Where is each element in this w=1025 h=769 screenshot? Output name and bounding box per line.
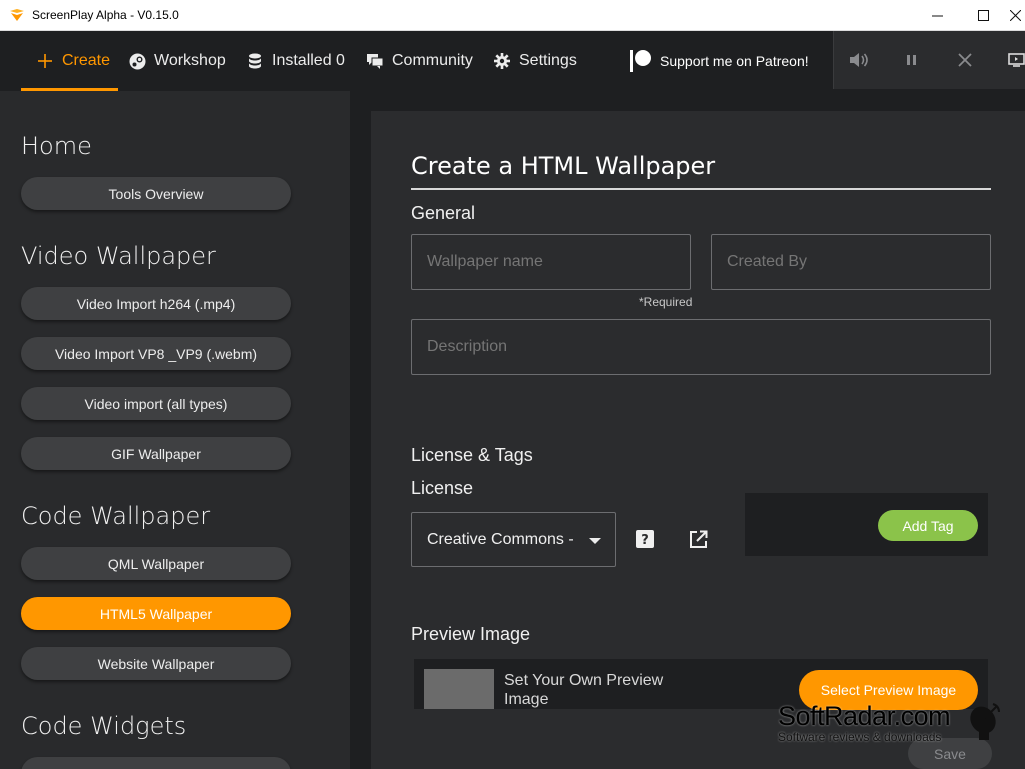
sidebar-item-html5-wallpaper[interactable]: HTML5 Wallpaper <box>21 597 291 630</box>
maximize-icon <box>977 9 989 21</box>
question-icon: ? <box>636 530 654 548</box>
sidebar-item-qml-wallpaper[interactable]: QML Wallpaper <box>21 547 291 580</box>
steam-icon <box>128 52 146 70</box>
sidebar-item-video-import-h264[interactable]: Video Import h264 (.mp4) <box>21 287 291 320</box>
sidebar-item-video-import-vp8-vp9[interactable]: Video Import VP8 _VP9 (.webm) <box>21 337 291 370</box>
sidebar-item-gif-wallpaper[interactable]: GIF Wallpaper <box>21 437 291 470</box>
preview-thumbnail <box>424 669 494 709</box>
satellite-dish-icon <box>970 703 1000 740</box>
pause-button[interactable] <box>901 49 923 71</box>
screen-icon <box>1008 53 1025 67</box>
watermark: SoftRadar.com Software reviews & downloa… <box>778 701 951 744</box>
close-wallpaper-icon <box>958 53 972 67</box>
sidebar: Home Tools Overview Video Wallpaper Vide… <box>0 91 350 769</box>
sidebar-item-partial[interactable] <box>21 757 291 769</box>
general-heading: General <box>411 203 476 223</box>
created-by-input[interactable] <box>711 234 991 290</box>
license-link-button[interactable] <box>687 528 709 550</box>
watermark-tagline: Software reviews & downloads <box>778 730 942 744</box>
minimize-icon <box>931 15 943 16</box>
sidebar-section-video-wallpaper: Video Wallpaper <box>21 242 216 270</box>
preview-image-heading: Preview Image <box>411 624 531 644</box>
title-bar: ScreenPlay Alpha - V0.15.0 <box>0 0 1025 31</box>
page-title: Create a HTML Wallpaper <box>411 152 716 180</box>
title-divider <box>411 188 991 190</box>
description-input[interactable] <box>411 319 991 375</box>
add-tag-button[interactable]: Add Tag <box>878 510 978 541</box>
sidebar-section-home: Home <box>21 132 92 160</box>
chevron-down-icon <box>589 538 601 544</box>
nav-community[interactable]: Community <box>366 31 473 91</box>
nav-create[interactable]: Create <box>36 31 110 91</box>
license-heading: License <box>411 478 474 498</box>
volume-icon <box>850 53 868 67</box>
nav-settings-label: Settings <box>519 52 577 69</box>
patreon-link[interactable]: Support me on Patreon! <box>628 31 809 91</box>
close-button[interactable] <box>1005 0 1025 30</box>
maximize-button[interactable] <box>960 0 1006 30</box>
wallpaper-controls <box>833 31 1025 89</box>
volume-button[interactable] <box>848 49 870 71</box>
wallpaper-name-input[interactable] <box>411 234 691 290</box>
sidebar-item-website-wallpaper[interactable]: Website Wallpaper <box>21 647 291 680</box>
minimize-button[interactable] <box>914 0 960 30</box>
window-title: ScreenPlay Alpha - V0.15.0 <box>32 8 179 22</box>
create-html-wallpaper-panel: Create a HTML Wallpaper General *Require… <box>371 111 1025 769</box>
sidebar-item-video-import-all[interactable]: Video import (all types) <box>21 387 291 420</box>
pause-icon <box>907 55 916 65</box>
sidebar-gap <box>350 91 371 769</box>
patreon-label: Support me on Patreon! <box>660 53 809 69</box>
nav-settings[interactable]: Settings <box>493 31 577 91</box>
sidebar-section-code-widgets: Code Widgets <box>21 712 187 740</box>
license-tags-heading: License & Tags <box>411 445 533 465</box>
sidebar-section-code-wallpaper: Code Wallpaper <box>21 502 211 530</box>
database-icon <box>246 52 264 70</box>
patreon-icon <box>628 49 652 73</box>
sidebar-item-tools-overview[interactable]: Tools Overview <box>21 177 291 210</box>
nav-create-label: Create <box>62 52 111 69</box>
license-select-value: Creative Commons - Attribution <box>427 530 577 548</box>
nav-community-label: Community <box>392 52 473 69</box>
preview-hint-text: Set Your Own Preview Image <box>504 672 664 708</box>
nav-installed[interactable]: Installed 0 <box>246 31 345 91</box>
tag-list: Add Tag <box>745 493 988 556</box>
nav-installed-label: Installed 0 <box>272 52 345 69</box>
close-icon <box>1009 9 1021 21</box>
required-note: *Required <box>639 295 693 309</box>
nav-workshop[interactable]: Workshop <box>128 31 226 91</box>
svg-text:?: ? <box>641 533 649 548</box>
nav-workshop-label: Workshop <box>154 52 226 69</box>
screen-button[interactable] <box>1006 49 1025 71</box>
chat-icon <box>366 52 384 70</box>
gear-icon <box>493 52 511 70</box>
license-help-button[interactable]: ? <box>634 528 656 550</box>
plus-icon <box>36 52 54 70</box>
watermark-brand: SoftRadar.com <box>778 701 951 731</box>
app-icon <box>10 9 24 21</box>
license-select[interactable]: Creative Commons - Attribution <box>411 512 616 567</box>
stop-button[interactable] <box>954 49 976 71</box>
external-link-icon <box>689 530 707 548</box>
